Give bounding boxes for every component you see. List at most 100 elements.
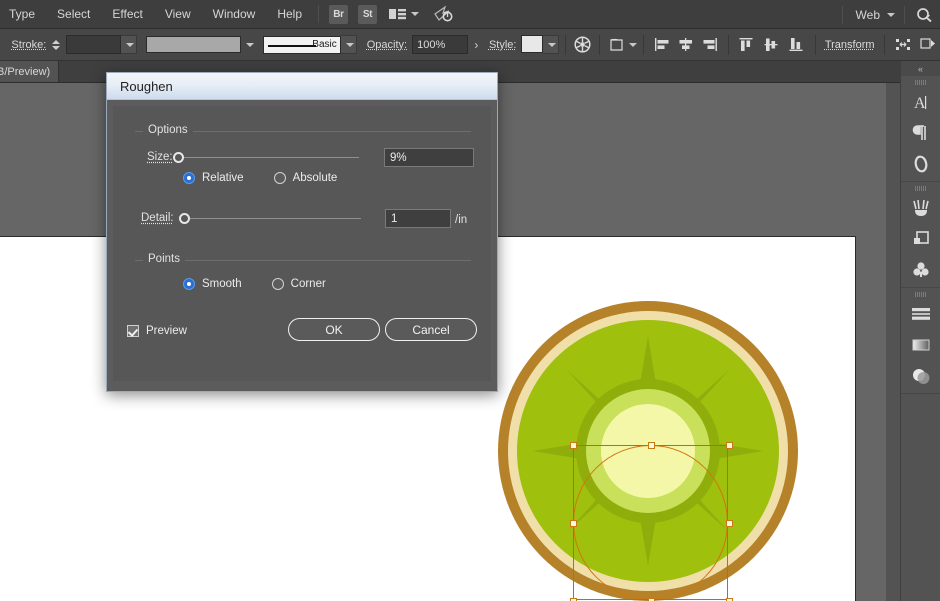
dock-group-align: [901, 288, 940, 394]
menu-item-window[interactable]: Window: [202, 2, 267, 26]
dock-grip-1[interactable]: [901, 76, 940, 86]
workspace-label: Web: [852, 8, 884, 22]
opacity-field[interactable]: 100%: [412, 35, 468, 54]
illustrator-window: Type Select Effect View Window Help Br S…: [0, 0, 940, 601]
adobe-stock-icon[interactable]: [433, 5, 455, 23]
dialog-title-bar[interactable]: Roughen: [107, 73, 497, 100]
handle-top-left[interactable]: [570, 442, 577, 449]
size-slider-track[interactable]: [179, 157, 359, 158]
select-similar-icon[interactable]: [915, 37, 940, 52]
document-tab[interactable]: % (RGB/Preview): [0, 61, 59, 82]
corner-label[interactable]: Corner: [291, 278, 326, 290]
cancel-button[interactable]: Cancel: [385, 318, 477, 341]
variable-width-dropdown-icon[interactable]: [241, 43, 257, 47]
symbols-panel-icon[interactable]: [901, 223, 940, 254]
preview-control[interactable]: Preview: [127, 325, 187, 337]
graphic-styles-panel-icon[interactable]: [901, 254, 940, 285]
graphic-style-dropdown-icon[interactable]: [543, 35, 559, 54]
bridge-badge-icon[interactable]: Br: [329, 5, 348, 24]
menu-item-select[interactable]: Select: [46, 2, 101, 26]
handle-middle-right[interactable]: [726, 520, 733, 527]
relative-radio[interactable]: [183, 172, 195, 184]
brush-definition-label: Basic: [312, 39, 336, 50]
detail-slider-thumb[interactable]: [179, 213, 190, 224]
menu-item-view[interactable]: View: [154, 2, 202, 26]
align-horizontal-center-icon[interactable]: [674, 37, 698, 52]
ok-button[interactable]: OK: [288, 318, 380, 341]
transform-button[interactable]: Transform: [822, 37, 878, 53]
shape-options-chevron-down-icon[interactable]: [629, 43, 637, 47]
graphic-style-swatch[interactable]: [521, 35, 543, 53]
relative-label[interactable]: Relative: [202, 172, 244, 184]
collapse-panels-icon[interactable]: «: [901, 61, 940, 76]
roughen-dialog[interactable]: Roughen Options Size: 9% Relative Absolu…: [106, 72, 498, 392]
absolute-radio[interactable]: [274, 172, 286, 184]
workspace-switcher[interactable]: Web: [848, 8, 899, 22]
align-right-icon[interactable]: [698, 37, 722, 52]
character-panel-icon[interactable]: A: [901, 86, 940, 117]
dock-group-type: A: [901, 76, 940, 182]
control-divider-4: [728, 35, 729, 55]
stroke-weight-field[interactable]: [66, 35, 121, 54]
handle-middle-left[interactable]: [570, 520, 577, 527]
menu-item-effect[interactable]: Effect: [101, 2, 153, 26]
stroke-label[interactable]: Stroke:: [11, 39, 46, 51]
shape-options-control[interactable]: [606, 38, 637, 52]
preview-checkbox[interactable]: [127, 325, 139, 337]
dialog-title: Roughen: [120, 79, 173, 94]
align-vertical-center-icon[interactable]: [759, 37, 784, 52]
smooth-radio[interactable]: [183, 278, 195, 290]
opentype-panel-icon[interactable]: [901, 148, 940, 179]
arrange-chevron-down-icon[interactable]: [411, 12, 419, 16]
variable-width-profile-control[interactable]: [146, 36, 257, 53]
size-label[interactable]: Size:: [147, 151, 173, 163]
align-left-icon[interactable]: [650, 37, 674, 52]
shape-options-icon[interactable]: [606, 38, 626, 52]
isolate-selected-icon[interactable]: [890, 37, 915, 52]
align-top-icon[interactable]: [735, 37, 760, 52]
style-label[interactable]: Style:: [489, 39, 517, 51]
opacity-more-icon[interactable]: ›: [468, 38, 485, 52]
preview-label[interactable]: Preview: [146, 325, 187, 337]
align-bottom-icon[interactable]: [784, 37, 809, 52]
transparency-panel-icon[interactable]: [901, 360, 940, 391]
absolute-label[interactable]: Absolute: [293, 172, 338, 184]
paragraph-panel-icon[interactable]: [901, 117, 940, 148]
menu-divider: [318, 5, 319, 23]
graphic-style-control[interactable]: [521, 35, 559, 54]
handle-top-right[interactable]: [726, 442, 733, 449]
detail-slider-track[interactable]: [183, 218, 361, 219]
menu-item-type[interactable]: Type: [0, 2, 46, 26]
selection-bounding-box[interactable]: [573, 445, 728, 600]
dock-grip-2[interactable]: [901, 182, 940, 192]
size-slider-thumb[interactable]: [173, 152, 184, 163]
control-options-bar: Stroke: Basic Opacity: 100% › Style:: [0, 29, 940, 61]
corner-radio[interactable]: [272, 278, 284, 290]
align-panel-icon[interactable]: [901, 298, 940, 329]
brush-definition-dropdown-icon[interactable]: [341, 35, 357, 54]
brush-definition-control[interactable]: Basic: [263, 35, 357, 54]
stroke-weight-dropdown-icon[interactable]: [121, 35, 137, 54]
search-icon[interactable]: [910, 7, 940, 23]
stock-badge-icon[interactable]: St: [358, 5, 377, 24]
detail-unit-label: /in: [455, 214, 467, 226]
menu-divider-right: [842, 6, 843, 24]
points-group-label: Points: [143, 253, 185, 265]
dock-grip-3[interactable]: [901, 288, 940, 298]
handle-top-center[interactable]: [648, 442, 655, 449]
size-input[interactable]: 9%: [384, 148, 474, 167]
brush-definition-field[interactable]: Basic: [263, 36, 341, 54]
menu-item-help[interactable]: Help: [266, 2, 313, 26]
brushes-panel-icon[interactable]: [901, 192, 940, 223]
stroke-weight-control[interactable]: [66, 35, 137, 54]
detail-label[interactable]: Detail:: [141, 212, 174, 224]
stroke-stepper-icon[interactable]: [50, 40, 60, 50]
gradient-panel-icon[interactable]: [901, 329, 940, 360]
variable-width-profile-swatch[interactable]: [146, 36, 241, 53]
arrange-documents-icon[interactable]: [388, 7, 408, 21]
smooth-label[interactable]: Smooth: [202, 278, 242, 290]
control-divider-3: [643, 35, 644, 55]
opacity-label[interactable]: Opacity:: [367, 39, 407, 51]
recolor-artwork-icon[interactable]: [572, 36, 593, 53]
detail-input[interactable]: 1: [385, 209, 451, 228]
